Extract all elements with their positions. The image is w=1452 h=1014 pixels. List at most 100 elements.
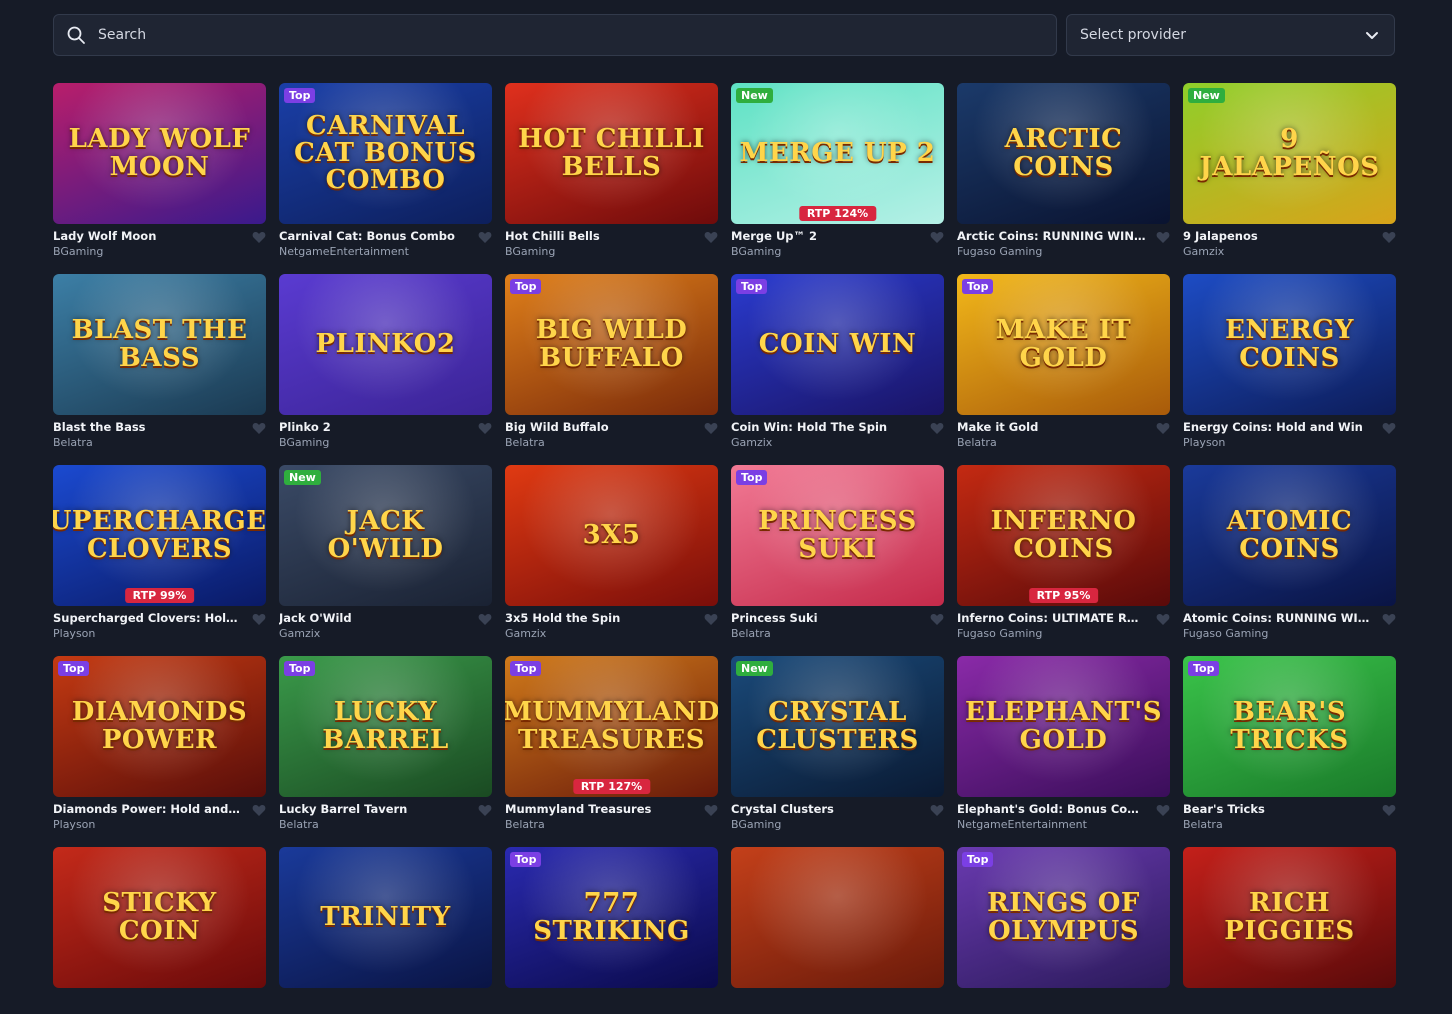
game-thumbnail[interactable]: Mummyland Treasures Top RTP 127%: [505, 656, 718, 797]
game-card[interactable]: Make it Gold Top Make it Gold Belatra: [957, 274, 1170, 449]
game-card[interactable]: Lady Wolf Moon Lady Wolf Moon BGaming: [53, 83, 266, 258]
game-thumbnail[interactable]: Bear's Tricks Top: [1183, 656, 1396, 797]
favorite-heart-icon[interactable]: [252, 613, 266, 626]
search-box[interactable]: [53, 14, 1057, 56]
game-title[interactable]: Diamonds Power: Hold and Win: [53, 802, 243, 816]
game-card[interactable]: Big Wild Buffalo Top Big Wild Buffalo Belat…: [505, 274, 718, 449]
favorite-heart-icon[interactable]: [930, 422, 944, 435]
game-title[interactable]: Jack O'Wild: [279, 611, 469, 625]
game-thumbnail[interactable]: 9 Jalapeños New: [1183, 83, 1396, 224]
game-card[interactable]: Arctic Coins Arctic Coins: RUNNING WINS™ F…: [957, 83, 1170, 258]
game-title[interactable]: Lucky Barrel Tavern: [279, 802, 469, 816]
game-thumbnail[interactable]: Lady Wolf Moon: [53, 83, 266, 224]
favorite-heart-icon[interactable]: [252, 422, 266, 435]
game-card[interactable]: Rich Piggies: [1183, 847, 1396, 1014]
game-card[interactable]: Trinity: [279, 847, 492, 1014]
game-thumbnail[interactable]: 777 Striking Top: [505, 847, 718, 988]
game-thumbnail[interactable]: Princess Suki Top: [731, 465, 944, 606]
game-card[interactable]: Sticky Coin: [53, 847, 266, 1014]
game-card[interactable]: Hot Chilli Bells Hot Chilli Bells BGaming: [505, 83, 718, 258]
game-thumbnail[interactable]: Rich Piggies: [1183, 847, 1396, 988]
game-title[interactable]: Bear's Tricks: [1183, 802, 1373, 816]
favorite-heart-icon[interactable]: [930, 613, 944, 626]
search-input[interactable]: [96, 26, 1056, 44]
game-card[interactable]: Rings of Olympus Top: [957, 847, 1170, 1014]
game-thumbnail[interactable]: Trinity: [279, 847, 492, 988]
game-title[interactable]: Carnival Cat: Bonus Combo: [279, 229, 469, 243]
game-title[interactable]: Hot Chilli Bells: [505, 229, 695, 243]
game-thumbnail[interactable]: Supercharged Clovers RTP 99%: [53, 465, 266, 606]
game-thumbnail[interactable]: Coin Win Top: [731, 274, 944, 415]
favorite-heart-icon[interactable]: [1156, 231, 1170, 244]
game-card[interactable]: 3x5 3x5 Hold the Spin Gamzix: [505, 465, 718, 640]
favorite-heart-icon[interactable]: [704, 231, 718, 244]
favorite-heart-icon[interactable]: [252, 231, 266, 244]
game-title[interactable]: Crystal Clusters: [731, 802, 921, 816]
game-card[interactable]: 777 Striking Top: [505, 847, 718, 1014]
game-title[interactable]: Big Wild Buffalo: [505, 420, 695, 434]
provider-select[interactable]: Select provider: [1066, 14, 1395, 56]
game-thumbnail[interactable]: Plinko2: [279, 274, 492, 415]
game-card[interactable]: Merge Up 2 New RTP 124% Merge Up™ 2 BGaming: [731, 83, 944, 258]
favorite-heart-icon[interactable]: [1156, 422, 1170, 435]
game-thumbnail[interactable]: Lucky Barrel Top: [279, 656, 492, 797]
favorite-heart-icon[interactable]: [252, 804, 266, 817]
game-thumbnail[interactable]: Inferno Coins RTP 95%: [957, 465, 1170, 606]
game-thumbnail[interactable]: Blast the Bass: [53, 274, 266, 415]
game-title[interactable]: Energy Coins: Hold and Win: [1183, 420, 1373, 434]
game-title[interactable]: Supercharged Clovers: Hold and Win: [53, 611, 243, 625]
favorite-heart-icon[interactable]: [1156, 613, 1170, 626]
game-title[interactable]: Coin Win: Hold The Spin: [731, 420, 921, 434]
game-thumbnail[interactable]: Atomic Coins: [1183, 465, 1396, 606]
game-title[interactable]: Mummyland Treasures: [505, 802, 695, 816]
game-thumbnail[interactable]: Rings of Olympus Top: [957, 847, 1170, 988]
game-title[interactable]: 3x5 Hold the Spin: [505, 611, 695, 625]
game-thumbnail[interactable]: Diamonds Power Top: [53, 656, 266, 797]
game-card[interactable]: Blast the Bass Blast the Bass Belatra: [53, 274, 266, 449]
favorite-heart-icon[interactable]: [478, 804, 492, 817]
favorite-heart-icon[interactable]: [1382, 613, 1396, 626]
favorite-heart-icon[interactable]: [478, 422, 492, 435]
game-card[interactable]: Princess Suki Top Princess Suki Belatra: [731, 465, 944, 640]
game-title[interactable]: Inferno Coins: ULTIMATE RUNNING WINS: [957, 611, 1147, 625]
game-thumbnail[interactable]: Merge Up 2 New RTP 124%: [731, 83, 944, 224]
game-thumbnail[interactable]: 3x5: [505, 465, 718, 606]
favorite-heart-icon[interactable]: [1382, 231, 1396, 244]
game-card[interactable]: Bear's Tricks Top Bear's Tricks Belatra: [1183, 656, 1396, 831]
game-card[interactable]: Atomic Coins Atomic Coins: RUNNING WINS™ F…: [1183, 465, 1396, 640]
game-card[interactable]: Carnival Cat Bonus Combo Top Carnival Cat:…: [279, 83, 492, 258]
game-card[interactable]: Mummyland Treasures Top RTP 127% Mummyland …: [505, 656, 718, 831]
game-title[interactable]: Elephant's Gold: Bonus Combo: [957, 802, 1147, 816]
game-thumbnail[interactable]: Energy Coins: [1183, 274, 1396, 415]
game-thumbnail[interactable]: Hot Chilli Bells: [505, 83, 718, 224]
game-thumbnail[interactable]: Jack O'Wild New: [279, 465, 492, 606]
game-title[interactable]: Princess Suki: [731, 611, 921, 625]
favorite-heart-icon[interactable]: [478, 613, 492, 626]
game-card[interactable]: [731, 847, 944, 1014]
game-card[interactable]: Diamonds Power Top Diamonds Power: Hold an…: [53, 656, 266, 831]
game-card[interactable]: Lucky Barrel Top Lucky Barrel Tavern Belatr…: [279, 656, 492, 831]
game-card[interactable]: Inferno Coins RTP 95% Inferno Coins: ULTIM…: [957, 465, 1170, 640]
favorite-heart-icon[interactable]: [1156, 804, 1170, 817]
favorite-heart-icon[interactable]: [1382, 422, 1396, 435]
game-thumbnail[interactable]: Arctic Coins: [957, 83, 1170, 224]
game-title[interactable]: Atomic Coins: RUNNING WINS™: [1183, 611, 1373, 625]
game-thumbnail[interactable]: Make it Gold Top: [957, 274, 1170, 415]
game-thumbnail[interactable]: [731, 847, 944, 988]
favorite-heart-icon[interactable]: [704, 422, 718, 435]
game-thumbnail[interactable]: Crystal Clusters New: [731, 656, 944, 797]
favorite-heart-icon[interactable]: [704, 804, 718, 817]
game-title[interactable]: 9 Jalapenos: [1183, 229, 1373, 243]
game-card[interactable]: Elephant's Gold Elephant's Gold: Bonus Co…: [957, 656, 1170, 831]
game-title[interactable]: Arctic Coins: RUNNING WINS™: [957, 229, 1147, 243]
game-thumbnail[interactable]: Sticky Coin: [53, 847, 266, 988]
game-thumbnail[interactable]: Carnival Cat Bonus Combo Top: [279, 83, 492, 224]
game-card[interactable]: Supercharged CloversRTP 99% Supercharged …: [53, 465, 266, 640]
game-card[interactable]: Crystal Clusters New Crystal Clusters BGami…: [731, 656, 944, 831]
game-card[interactable]: Plinko2 Plinko 2 BGaming: [279, 274, 492, 449]
game-title[interactable]: Make it Gold: [957, 420, 1147, 434]
favorite-heart-icon[interactable]: [478, 231, 492, 244]
game-card[interactable]: 9 Jalapeños New 9 Jalapenos Gamzix: [1183, 83, 1396, 258]
game-card[interactable]: Energy Coins Energy Coins: Hold and Win Pl…: [1183, 274, 1396, 449]
game-title[interactable]: Merge Up™ 2: [731, 229, 921, 243]
